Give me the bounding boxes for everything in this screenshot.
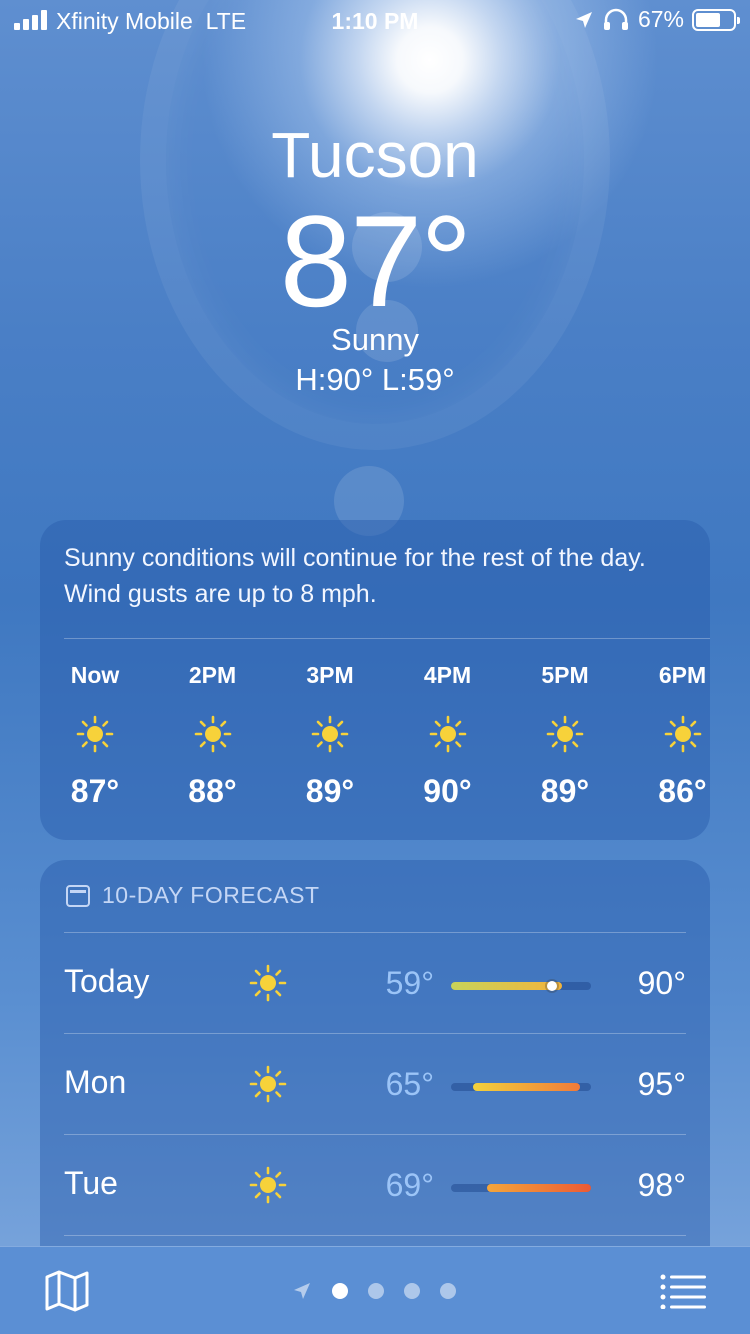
hour-column: 5PM 89° [510,662,620,810]
hour-temperature: 90° [423,773,472,809]
hour-label: 5PM [541,662,589,688]
hour-label: 4PM [423,662,472,688]
forecast-high: 90° [637,965,686,1001]
sun-icon [311,715,349,753]
map-icon[interactable] [44,1269,90,1313]
hour-temperature: 86° [658,773,707,809]
temperature-range-track [451,1184,591,1192]
page-dot[interactable] [440,1283,456,1299]
forecast-row[interactable]: Today 59° 90° [64,932,686,1033]
hour-column: 4PM 90° [393,662,503,810]
sun-icon [194,715,231,753]
forecast-low: 59° [385,965,434,1001]
high-low: H:90° L:59° [295,362,455,397]
page-dot[interactable] [332,1283,348,1299]
battery-percent: 67% [637,6,684,32]
sun-icon [249,964,287,1002]
forecast-high: 95° [637,1066,686,1102]
hour-label: 3PM [306,662,354,688]
ten-day-forecast-card[interactable]: 10-DAY FORECAST Today 59° 90° Mon 65° 95° Tue 6… [40,860,710,1280]
hour-column: 6PM 86° [628,662,738,810]
list-icon[interactable] [660,1273,706,1309]
sun-icon [249,1166,287,1204]
temperature-range-bar [486,1184,591,1192]
status-right: 67% [574,6,740,33]
page-dot[interactable] [368,1283,384,1299]
sun-icon [664,715,701,753]
temperature-range-track [451,1083,591,1091]
sun-icon [546,715,584,753]
forecast-day: Mon [64,1064,127,1100]
hour-label: 6PM [658,662,707,688]
sun-icon [76,715,114,753]
hour-temperature: 87° [70,773,120,809]
status-bar: Xfinity Mobile LTE 1:10 PM 67% [0,0,750,42]
forecast-high: 98° [637,1167,686,1203]
hourly-forecast-card[interactable]: Sunny conditions will continue for the r… [40,520,710,840]
hour-column: Now 87° [40,662,150,810]
location-arrow-icon [294,1283,310,1299]
current-condition: Sunny [331,322,419,357]
temperature-range-track [451,981,591,991]
hour-temperature: 89° [540,773,590,809]
hour-label: 2PM [188,662,237,688]
headphones-icon [603,8,628,30]
forecast-low: 65° [385,1066,434,1102]
forecast-row[interactable]: Tue 69° 98° [64,1134,686,1235]
sun-icon [429,715,466,753]
city-name: Tucson [271,119,479,191]
current-temperature-dot [546,981,557,991]
battery-icon [692,8,740,31]
hour-label: Now [70,662,120,688]
forecast-header: 10-DAY FORECAST [66,882,320,909]
forecast-day: Today [64,963,150,999]
forecast-day: Tue [64,1165,118,1201]
temperature-range-bar [472,1083,581,1091]
page-dot[interactable] [404,1283,420,1299]
sun-icon [249,1065,287,1103]
forecast-row[interactable]: Mon 65° 95° [64,1033,686,1134]
divider [64,638,710,639]
hour-column: 3PM 89° [275,662,385,810]
hour-temperature: 88° [188,773,237,809]
page-indicator[interactable] [292,1281,456,1301]
forecast-low: 69° [385,1167,434,1203]
temperature-range-bar [451,982,563,990]
calendar-icon [66,884,90,907]
hour-temperature: 89° [305,773,355,809]
forecast-title: 10-DAY FORECAST [102,882,320,908]
hour-column: 2PM 88° [158,662,268,810]
current-temperature: 87° [279,188,473,334]
location-services-icon [575,11,592,28]
weather-summary: Sunny conditions will continue for the r… [64,544,646,608]
bottom-toolbar [0,1246,750,1334]
